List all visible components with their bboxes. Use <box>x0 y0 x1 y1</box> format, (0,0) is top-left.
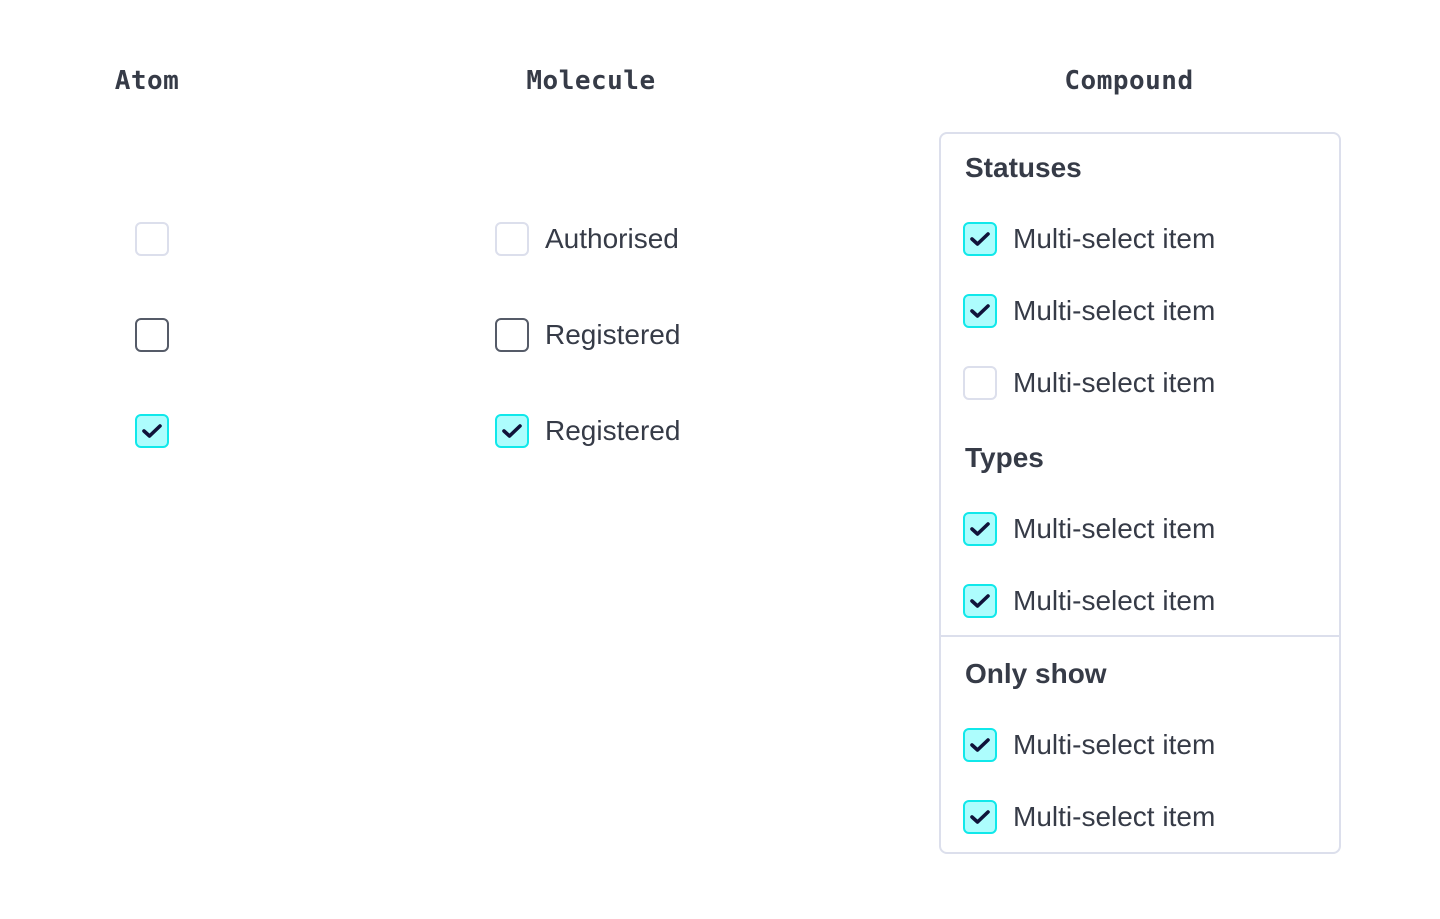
checkbox[interactable] <box>495 318 529 352</box>
checkbox-checked[interactable] <box>135 414 169 448</box>
multi-select-panel: Statuses Multi-select item Multi-select … <box>939 132 1341 854</box>
multi-select-item[interactable]: Multi-select item <box>963 366 1215 400</box>
multi-select-item[interactable]: Multi-select item <box>963 584 1215 618</box>
checkmark-icon <box>970 738 990 752</box>
molecule-checkbox-item[interactable]: Registered <box>495 414 680 448</box>
checkbox[interactable] <box>963 294 997 328</box>
item-label: Multi-select item <box>1013 295 1216 326</box>
checkbox[interactable] <box>963 800 997 834</box>
checkmark-icon <box>970 594 990 608</box>
checkbox-unchecked[interactable] <box>135 318 169 352</box>
compound-column-title: Compound <box>1064 66 1194 96</box>
checkbox[interactable] <box>495 414 529 448</box>
section-heading-statuses: Statuses <box>965 152 1082 183</box>
checkbox[interactable] <box>495 222 529 256</box>
molecule-column-title: Molecule <box>526 66 656 96</box>
checkbox-label: Authorised <box>545 223 679 254</box>
atom-column-title: Atom <box>114 66 180 96</box>
multi-select-item[interactable]: Multi-select item <box>963 222 1215 256</box>
checkbox[interactable] <box>963 728 997 762</box>
section-heading-types: Types <box>965 442 1044 473</box>
checkmark-icon <box>970 522 990 536</box>
multi-select-item[interactable]: Multi-select item <box>963 294 1215 328</box>
item-label: Multi-select item <box>1013 223 1216 254</box>
section-divider <box>941 635 1339 637</box>
multi-select-item[interactable]: Multi-select item <box>963 800 1215 834</box>
checkbox[interactable] <box>963 584 997 618</box>
checkbox-disabled[interactable] <box>135 222 169 256</box>
atom-checkbox-row <box>135 318 169 352</box>
multi-select-item[interactable]: Multi-select item <box>963 728 1215 762</box>
section-heading-only-show: Only show <box>965 658 1107 689</box>
item-label: Multi-select item <box>1013 585 1216 616</box>
checkmark-icon <box>502 424 522 438</box>
checkmark-icon <box>142 424 162 438</box>
checkbox[interactable] <box>963 366 997 400</box>
checkmark-icon <box>970 304 990 318</box>
checkbox-label: Registered <box>545 319 681 350</box>
item-label: Multi-select item <box>1013 801 1216 832</box>
atom-checkbox-row <box>135 414 169 448</box>
item-label: Multi-select item <box>1013 367 1216 398</box>
multi-select-item[interactable]: Multi-select item <box>963 512 1215 546</box>
atom-checkbox-row <box>135 222 169 256</box>
checkmark-icon <box>970 232 990 246</box>
item-label: Multi-select item <box>1013 729 1216 760</box>
item-label: Multi-select item <box>1013 513 1216 544</box>
checkbox[interactable] <box>963 512 997 546</box>
molecule-checkbox-item[interactable]: Registered <box>495 318 680 352</box>
checkbox[interactable] <box>963 222 997 256</box>
checkbox-label: Registered <box>545 415 681 446</box>
checkmark-icon <box>970 810 990 824</box>
molecule-checkbox-item[interactable]: Authorised <box>495 222 679 256</box>
